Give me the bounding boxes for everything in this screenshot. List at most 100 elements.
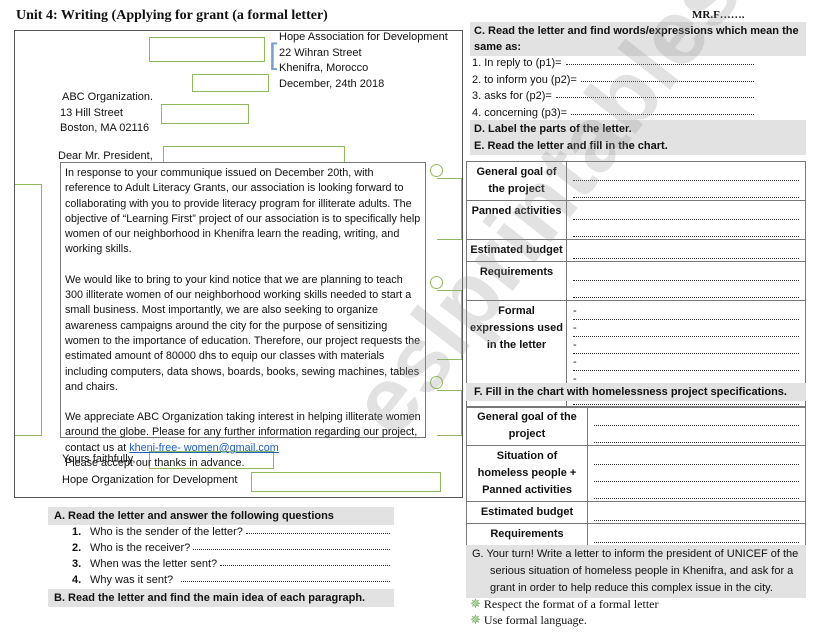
chart-row: Situation of homeless people + Panned ac… — [466, 445, 806, 502]
label-box-inside-address[interactable] — [161, 104, 249, 124]
label-box-p1[interactable] — [437, 178, 462, 240]
answer-line[interactable] — [573, 220, 799, 237]
label-box-signature[interactable] — [251, 472, 441, 492]
star-icon: ✵ — [470, 612, 481, 627]
answer-cell[interactable] — [587, 501, 806, 524]
answer-line[interactable] — [594, 482, 799, 499]
question: 4. Why was it sent? — [72, 572, 390, 588]
star-icon: ✵ — [470, 596, 481, 611]
chart-row: General goal of the project — [466, 406, 806, 446]
label-box-date[interactable] — [192, 74, 269, 92]
answer-line[interactable] — [555, 88, 754, 98]
label-box-p3[interactable] — [437, 390, 462, 436]
answer-cell[interactable] — [566, 261, 806, 301]
answer-line[interactable] — [594, 448, 799, 465]
email-link[interactable]: kheni-free- women@gmail.com — [129, 442, 279, 454]
page-title: Unit 4: Writing (Applying for grant (a f… — [16, 8, 328, 23]
row-label: General goal of the project — [466, 406, 588, 446]
section-a-questions: 1. Who is the sender of the letter? 2. Who… — [72, 524, 390, 588]
receiver-line: 13 Hill Street — [60, 106, 123, 119]
tip: ✵ Respect the format of a formal letter — [470, 596, 659, 611]
question: 2. Who is the receiver? — [72, 540, 390, 556]
answer-line[interactable] — [573, 264, 799, 281]
label-box-p2[interactable] — [437, 290, 462, 360]
synonym-item: 4. concerning (p3)= — [472, 105, 754, 122]
answer-line[interactable] — [571, 105, 754, 115]
answer-line[interactable] — [573, 203, 799, 220]
salutation: Dear Mr. President, — [58, 150, 153, 162]
tip: ✵ Use formal language. — [470, 612, 587, 627]
answer-cell[interactable] — [566, 239, 806, 262]
answer-line[interactable]: - — [573, 354, 799, 371]
chart-row: Estimated budget — [466, 501, 806, 524]
receiver-line: ABC Organization. — [62, 91, 154, 103]
answer-line[interactable] — [573, 242, 799, 259]
section-e-heading: E. Read the letter and fill in the chart… — [470, 137, 806, 155]
letter-body: In response to your communique issued on… — [60, 162, 426, 469]
answer-line[interactable] — [245, 524, 390, 534]
section-c-items: 1. In reply to (p1)= 2. to inform you (p… — [472, 55, 754, 121]
inside-address: ABC Organization. 13 Hill Street Boston,… — [60, 90, 153, 137]
answer-line[interactable]: - — [573, 320, 799, 337]
paragraph-1: In response to your communique issued on… — [65, 167, 421, 256]
section-g-tips: ✵ Respect the format of a formal letter … — [470, 596, 659, 628]
sender-line: Hope Association for Development — [279, 31, 448, 43]
section-f-heading: F. Fill in the chart with homelessness p… — [466, 383, 806, 401]
signature: Hope Organization for Development — [62, 474, 238, 486]
closing: Yours faithfully, — [62, 453, 136, 465]
sender-address: Hope Association for Development 22 Wihr… — [279, 30, 448, 92]
answer-line[interactable]: - — [573, 303, 799, 320]
letter-date: December, 24th 2018 — [279, 77, 385, 90]
row-label: General goal of the project — [466, 161, 567, 201]
receiver-line: Boston, MA 02116 — [60, 122, 150, 134]
answer-cell[interactable] — [587, 445, 806, 502]
label-box-salutation[interactable] — [163, 146, 345, 163]
section-g-heading: G. Your turn! Write a letter to inform t… — [466, 545, 806, 598]
answer-cell[interactable] — [566, 200, 806, 240]
label-circle-p2[interactable] — [430, 276, 443, 289]
answer-line[interactable]: - — [573, 337, 799, 354]
label-circle-p1[interactable] — [430, 164, 443, 177]
chart-row: Estimated budget — [466, 239, 806, 262]
answer-line[interactable] — [573, 281, 799, 298]
answer-line[interactable] — [594, 409, 799, 426]
section-c-heading: C. Read the letter and find words/expres… — [470, 22, 806, 56]
answer-line[interactable] — [193, 540, 390, 550]
sender-line: Khenifra, Morocco — [279, 62, 369, 74]
question: 3. When was the letter sent? — [72, 556, 390, 572]
chart-row: Panned activities — [466, 200, 806, 240]
sender-line: 22 Wihran Street — [279, 46, 362, 59]
brace-icon: [ — [269, 38, 278, 71]
synonym-item: 3. asks for (p2)= — [472, 88, 754, 105]
project-chart: General goal of the project Panned activi… — [466, 161, 806, 408]
synonym-item: 2. to inform you (p2)= — [472, 72, 754, 89]
answer-line[interactable] — [565, 55, 754, 65]
answer-cell[interactable] — [566, 161, 806, 201]
section-d-heading: D. Label the parts of the letter. — [470, 120, 806, 138]
section-b-heading: B. Read the letter and find the main ide… — [48, 589, 394, 607]
row-label: Estimated budget — [466, 501, 588, 524]
answer-line[interactable] — [181, 572, 390, 582]
row-label: Estimated budget — [466, 239, 567, 262]
answer-line[interactable] — [580, 72, 754, 82]
answer-line[interactable] — [594, 465, 799, 482]
answer-cell[interactable] — [587, 406, 806, 446]
question: 1. Who is the sender of the letter? — [72, 524, 390, 540]
paragraph-2: We would like to bring to your kind noti… — [65, 273, 421, 393]
answer-line[interactable] — [594, 504, 799, 521]
row-label: Panned activities — [466, 200, 567, 240]
chart-row: General goal of the project — [466, 161, 806, 201]
label-box-body[interactable] — [15, 184, 42, 436]
label-box-heading[interactable] — [149, 37, 265, 62]
author: MR.F……. — [692, 9, 745, 21]
answer-line[interactable] — [573, 181, 799, 198]
answer-line[interactable] — [220, 556, 390, 566]
homelessness-chart: General goal of the project Situation of … — [466, 406, 806, 563]
label-circle-p3[interactable] — [430, 376, 443, 389]
answer-line[interactable] — [594, 526, 799, 543]
section-a-heading: A. Read the letter and answer the follow… — [48, 507, 394, 525]
synonym-item: 1. In reply to (p1)= — [472, 55, 754, 72]
answer-line[interactable] — [594, 426, 799, 443]
row-label: Requirements — [466, 261, 567, 301]
answer-line[interactable] — [573, 164, 799, 181]
